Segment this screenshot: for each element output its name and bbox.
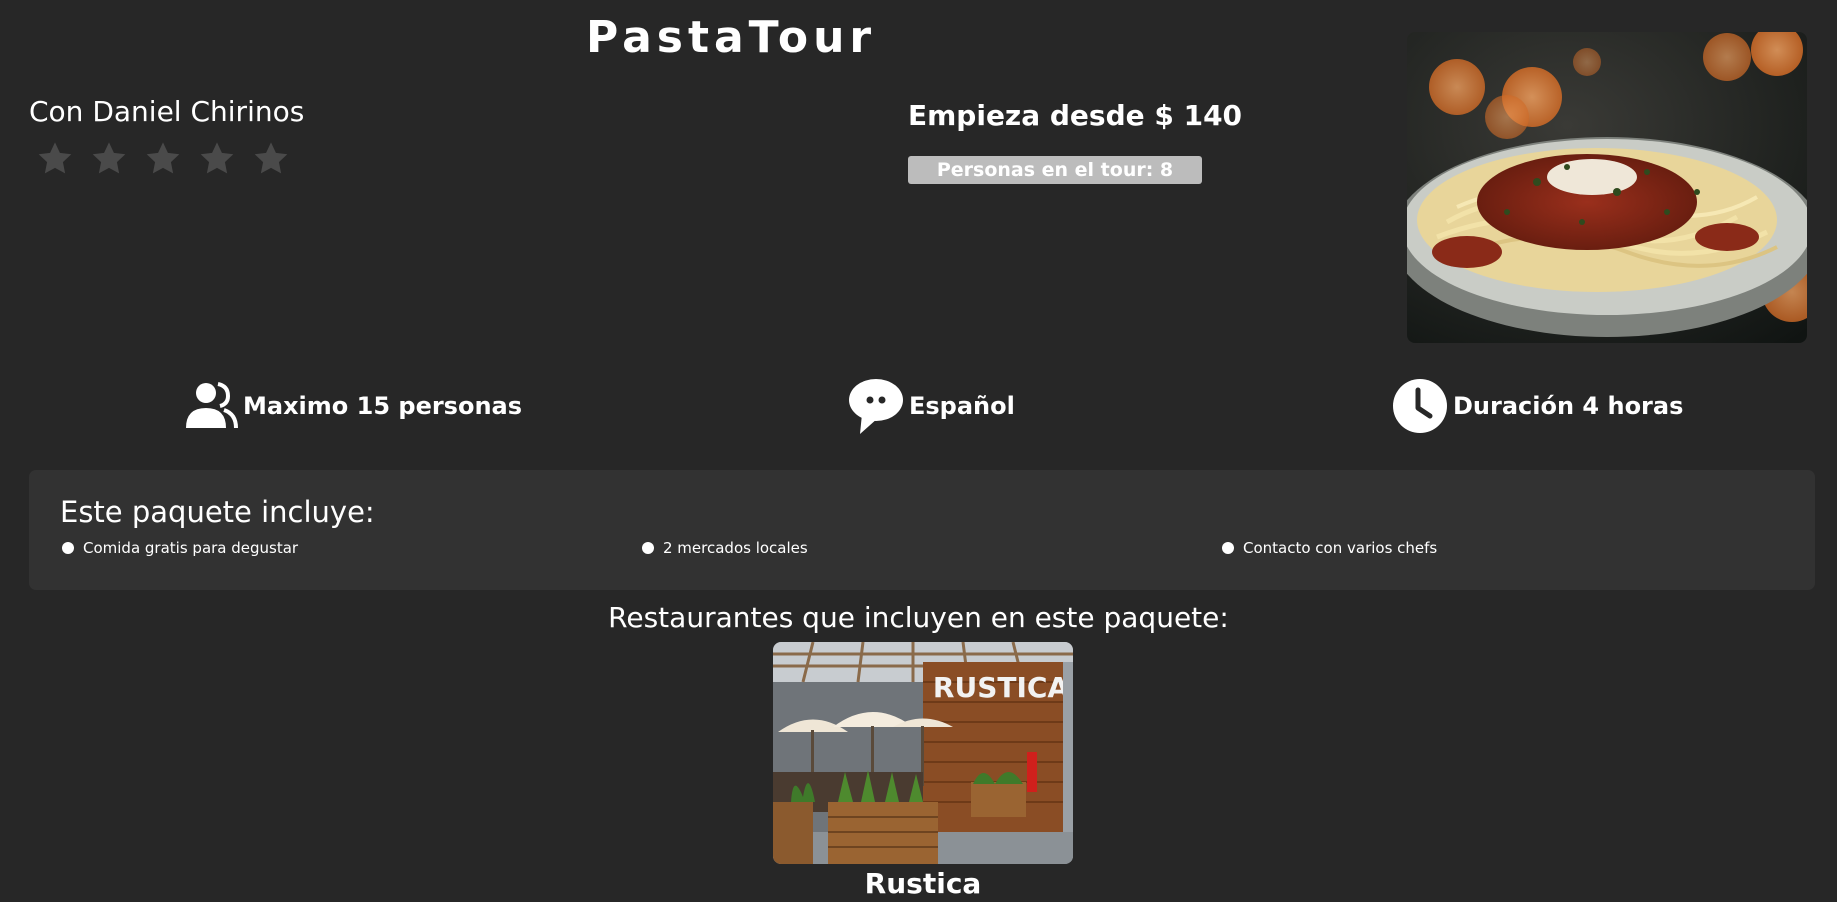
feature-duration-label: Duración 4 horas	[1453, 392, 1684, 420]
list-item: Contacto con varios chefs	[1222, 538, 1437, 558]
feature-language: Español	[848, 378, 1015, 434]
restaurant-card[interactable]: RUSTICA Rustica	[773, 642, 1073, 902]
speech-bubble-icon	[848, 378, 904, 434]
restaurants-title: Restaurantes que incluyen en este paquet…	[608, 601, 1229, 634]
bullet-icon	[642, 542, 654, 554]
star-icon[interactable]	[90, 140, 128, 178]
list-item-label: 2 mercados locales	[663, 539, 808, 557]
rating-stars[interactable]	[36, 140, 290, 178]
bullet-icon	[62, 542, 74, 554]
list-item-label: Comida gratis para degustar	[83, 539, 299, 557]
people-count-badge: Personas en el tour: 8	[908, 156, 1202, 184]
star-icon[interactable]	[36, 140, 74, 178]
star-icon[interactable]	[198, 140, 236, 178]
star-icon[interactable]	[252, 140, 290, 178]
pasta-dish-image	[1407, 32, 1807, 343]
restaurant-sign: RUSTICA	[933, 671, 1070, 704]
feature-duration: Duración 4 horas	[1392, 378, 1683, 434]
clock-icon	[1392, 378, 1448, 434]
guide-name: Con Daniel Chirinos	[29, 95, 305, 128]
page-title: PastaTour	[586, 12, 877, 63]
includes-title: Este paquete incluye:	[60, 495, 375, 529]
includes-panel: Este paquete incluye: Comida gratis para…	[29, 470, 1815, 590]
restaurant-image[interactable]: RUSTICA	[773, 642, 1073, 864]
list-item: Comida gratis para degustar	[62, 538, 298, 558]
feature-max-people: Maximo 15 personas	[182, 378, 522, 434]
list-item: 2 mercados locales	[642, 538, 808, 558]
bullet-icon	[1222, 542, 1234, 554]
star-icon[interactable]	[144, 140, 182, 178]
restaurant-name[interactable]: Rustica	[773, 866, 1073, 902]
list-item-label: Contacto con varios chefs	[1243, 539, 1438, 557]
feature-max-people-label: Maximo 15 personas	[243, 392, 523, 420]
price-label: Empieza desde $ 140	[908, 99, 1243, 132]
tour-page: PastaTour Con Daniel Chirinos Empieza de…	[0, 0, 1837, 902]
users-icon	[182, 378, 238, 434]
feature-language-label: Español	[909, 392, 1015, 420]
